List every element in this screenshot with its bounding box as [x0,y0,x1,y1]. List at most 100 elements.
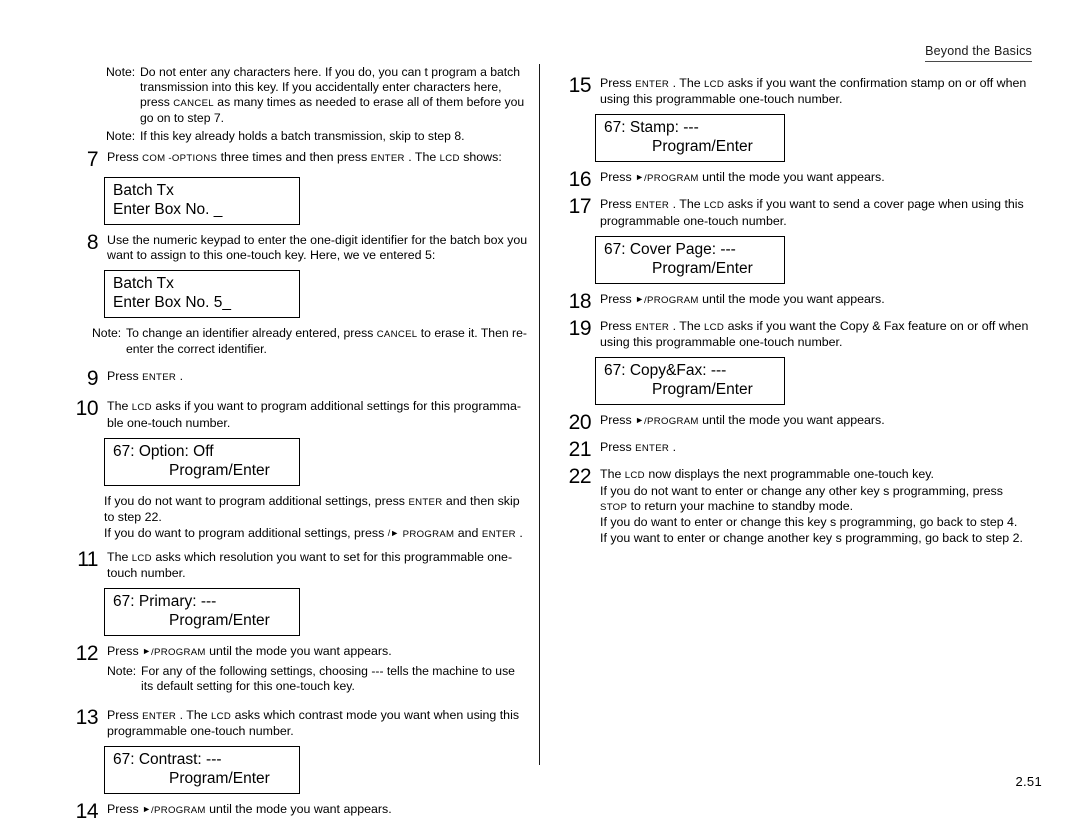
right-arrow-icon: /► [387,527,400,538]
key-program: PROGRAM [402,528,455,540]
step-text: Press ►/PROGRAM until the mode you want … [107,802,530,818]
note-item: Note: Do not enter any characters here. … [106,65,530,126]
step-body: The LCD now displays the next programmab… [600,467,1033,546]
note-label: Note: [107,663,137,678]
text-part: until the mode you want appears. [205,644,392,659]
key-lcd: LCD [704,79,725,90]
lcd-line-2: Program/Enter [652,381,753,399]
step-number: 15 [568,74,592,97]
step-body: Press ENTER . The LCD asks if you want t… [600,319,1033,350]
key-enter: ENTER [635,443,670,455]
text-part: and [454,525,482,540]
text-part: . [515,525,523,540]
step-number: 20 [568,411,592,435]
text-part: Press [600,413,636,428]
lcd-display-stamp: 67: Stamp: --- Program/Enter [595,114,785,163]
text-part: Press [600,440,636,455]
note-text: To change an identifier already entered,… [126,326,530,357]
step-body: The LCD asks if you want to program addi… [107,399,530,430]
left-column: Note: Do not enter any characters here. … [60,62,530,829]
lcd-display-batch-tx-filled: Batch Tx Enter Box No. 5_ [104,270,300,319]
key-cancel: CANCEL [376,329,418,341]
step-body: Use the numeric keypad to enter the one-… [107,233,528,263]
step-number: 13 [75,705,99,729]
key-enter: ENTER [408,496,443,508]
step-text: Press ENTER . The LCD asks if you want t… [600,76,1033,107]
key-com-options: COM -OPTIONS [142,153,218,164]
step-body: Press COM -OPTIONS three times and then … [107,150,530,166]
key-enter: ENTER [481,528,516,540]
step-22-line-4: If you want to enter or change another k… [600,530,1023,545]
note-label: Note: [106,65,136,79]
text-part: asks if you want to program additional s… [107,399,522,430]
text-part: until the mode you want appears. [205,802,392,817]
step-7: 7 Press COM -OPTIONS three times and the… [60,148,530,171]
step-number: 7 [86,148,99,171]
step-14: 14 Press ►/PROGRAM until the mode you wa… [60,800,530,824]
key-program: /PROGRAM [644,416,699,428]
step-20: 20 Press ►/PROGRAM until the mode you wa… [553,411,1033,435]
step-22-line-3: If you do want to enter or change this k… [600,515,1018,530]
step-number: 17 [568,195,592,219]
right-arrow-icon: ► [142,646,152,657]
lcd-line-1: 67: Contrast: --- [113,751,222,769]
note-item: Note: For any of the following settings,… [107,664,530,694]
key-lcd: LCD [704,200,725,212]
column-divider [539,64,540,765]
lcd-line-1: 67: Stamp: --- [604,119,699,137]
document-page: Beyond the Basics Note: Do not enter any… [0,0,1080,834]
text-part: . [176,369,184,384]
lcd-line-1: 67: Primary: --- [113,593,217,611]
step-body: Press ENTER . [107,369,530,385]
step-number: 18 [568,289,592,313]
lcd-line-2: Program/Enter [169,612,270,630]
text-part: . The [176,707,212,722]
right-arrow-icon: ► [635,293,645,304]
step-number: 8 [86,231,99,254]
step-body: Press ►/PROGRAM until the mode you want … [600,292,1033,308]
text-part: asks which resolution you want to set fo… [107,550,513,581]
text-part: Press [107,644,143,659]
key-lcd: LCD [131,402,152,414]
step-text: Press ►/PROGRAM until the mode you want … [600,170,1033,186]
step-text: Press ►/PROGRAM until the mode you want … [600,413,1033,429]
lcd-line-2: Enter Box No. 5_ [113,294,232,312]
text-part: Press [107,369,143,384]
text-part: Press [600,170,636,185]
note-text: Do not enter any characters here. If you… [140,65,530,126]
step-text: Press COM -OPTIONS three times and then … [107,150,530,166]
text-part: To change an identifier already entered,… [126,326,377,341]
note-text: If this key already holds a batch transm… [140,129,465,143]
step-number: 16 [568,168,592,192]
text-part: . The [669,197,705,212]
lcd-line-2: Program/Enter [652,259,753,277]
step-number: 21 [568,438,592,462]
step-number: 19 [568,316,592,340]
step-10-followup: If you do not want to program additional… [104,494,530,542]
step-18: 18 Press ►/PROGRAM until the mode you wa… [553,289,1033,313]
step-number: 10 [75,397,99,421]
key-enter: ENTER [142,372,177,384]
followup-line-2: If you do want to program additional set… [104,526,530,542]
step-body: Press ENTER . The LCD asks which contras… [107,708,530,739]
step-22: 22 The LCD now displays the next program… [553,466,1033,546]
text-part: . The [669,76,705,90]
right-arrow-icon: ► [635,415,645,426]
note-label: Note: [106,129,136,143]
key-enter: ENTER [635,321,670,333]
text-part: now displays the next programmable one-t… [644,467,934,482]
text-part: shows: [459,150,502,164]
key-lcd: LCD [211,710,232,722]
step-text: Press ENTER . The LCD asks which contras… [107,708,530,739]
key-enter: ENTER [142,710,177,722]
step-number: 14 [75,800,99,824]
key-cancel: CANCEL [173,98,214,109]
right-arrow-icon: ► [635,172,645,183]
key-lcd: LCD [131,553,152,565]
step-body: Press ►/PROGRAM until the mode you want … [107,644,530,697]
step-body: Press ►/PROGRAM until the mode you want … [600,170,1033,186]
lcd-line-2: Enter Box No. _ [113,201,223,218]
step-13: 13 Press ENTER . The LCD asks which cont… [60,705,530,739]
key-lcd: LCD [704,321,725,333]
step-10: 10 The LCD asks if you want to program a… [60,397,530,430]
